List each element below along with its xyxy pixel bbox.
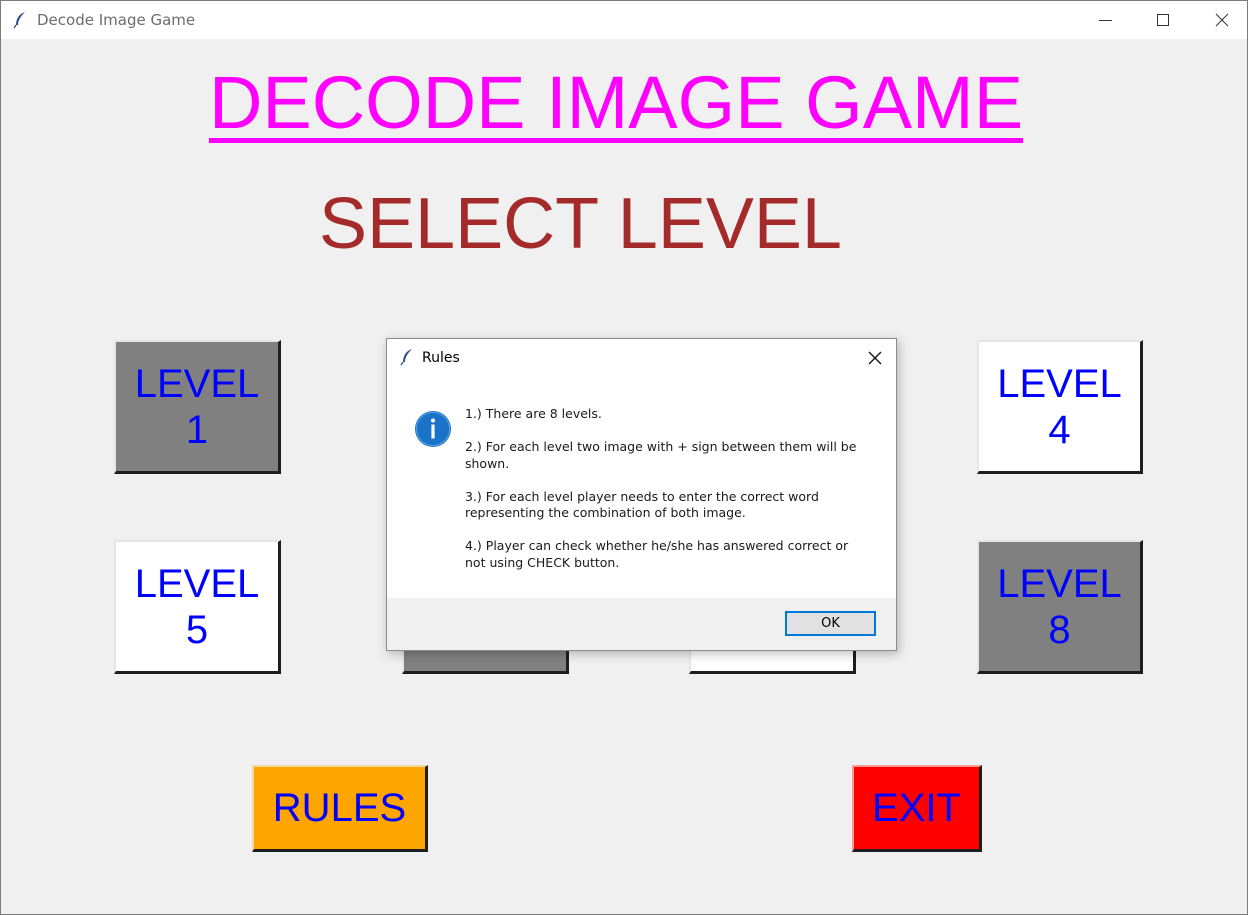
dialog-close-button[interactable] (861, 345, 889, 371)
ok-button[interactable]: OK (785, 611, 876, 636)
rule-1: 1.) There are 8 levels. (465, 406, 602, 421)
level-number: 8 (1048, 607, 1071, 652)
feather-icon (13, 11, 27, 29)
level-number: 1 (185, 407, 209, 452)
game-heading-text: DECODE IMAGE GAME (208, 61, 1024, 144)
minimize-button[interactable] (1077, 1, 1135, 39)
main-window: Decode Image Game DECODE IMAGE GAME SELE… (0, 0, 1248, 915)
title-bar[interactable]: Decode Image Game (1, 1, 1247, 39)
level-button-5[interactable]: LEVEL 5 (114, 540, 281, 674)
level-label: LEVEL (134, 361, 260, 406)
level-button-8[interactable]: LEVEL 8 (977, 540, 1143, 674)
feather-icon (400, 348, 414, 370)
level-button-4[interactable]: LEVEL 4 (977, 340, 1143, 474)
dialog-title: Rules (422, 350, 460, 366)
rules-dialog: Rules 1.) There are 8 levels. 2.) For ea… (386, 338, 897, 651)
close-button[interactable] (1193, 1, 1247, 39)
rule-4: 4.) Player can check whether he/she has … (465, 538, 849, 570)
level-label: LEVEL (134, 561, 260, 606)
minimize-icon (1099, 20, 1112, 21)
maximize-button[interactable] (1135, 1, 1193, 39)
game-heading: DECODE IMAGE GAME (1, 61, 1247, 145)
level-number: 4 (1048, 407, 1071, 452)
close-icon (1215, 13, 1229, 27)
rules-message: 1.) There are 8 levels. 2.) For each lev… (465, 406, 865, 588)
level-button-1[interactable]: LEVEL 1 (114, 340, 281, 474)
level-label: LEVEL (997, 361, 1122, 406)
level-label: LEVEL (997, 561, 1122, 606)
close-icon (868, 351, 882, 365)
select-level-heading: SELECT LEVEL (319, 184, 842, 264)
rule-3: 3.) For each level player needs to enter… (465, 488, 819, 521)
dialog-footer: OK (387, 598, 896, 650)
window-title: Decode Image Game (37, 11, 196, 29)
level-number: 5 (185, 607, 209, 652)
rule-2: 2.) For each level two image with + sign… (465, 439, 857, 471)
info-icon (414, 410, 452, 448)
rules-button[interactable]: RULES (252, 765, 428, 852)
exit-button[interactable]: EXIT (852, 765, 982, 852)
maximize-icon (1157, 14, 1169, 26)
